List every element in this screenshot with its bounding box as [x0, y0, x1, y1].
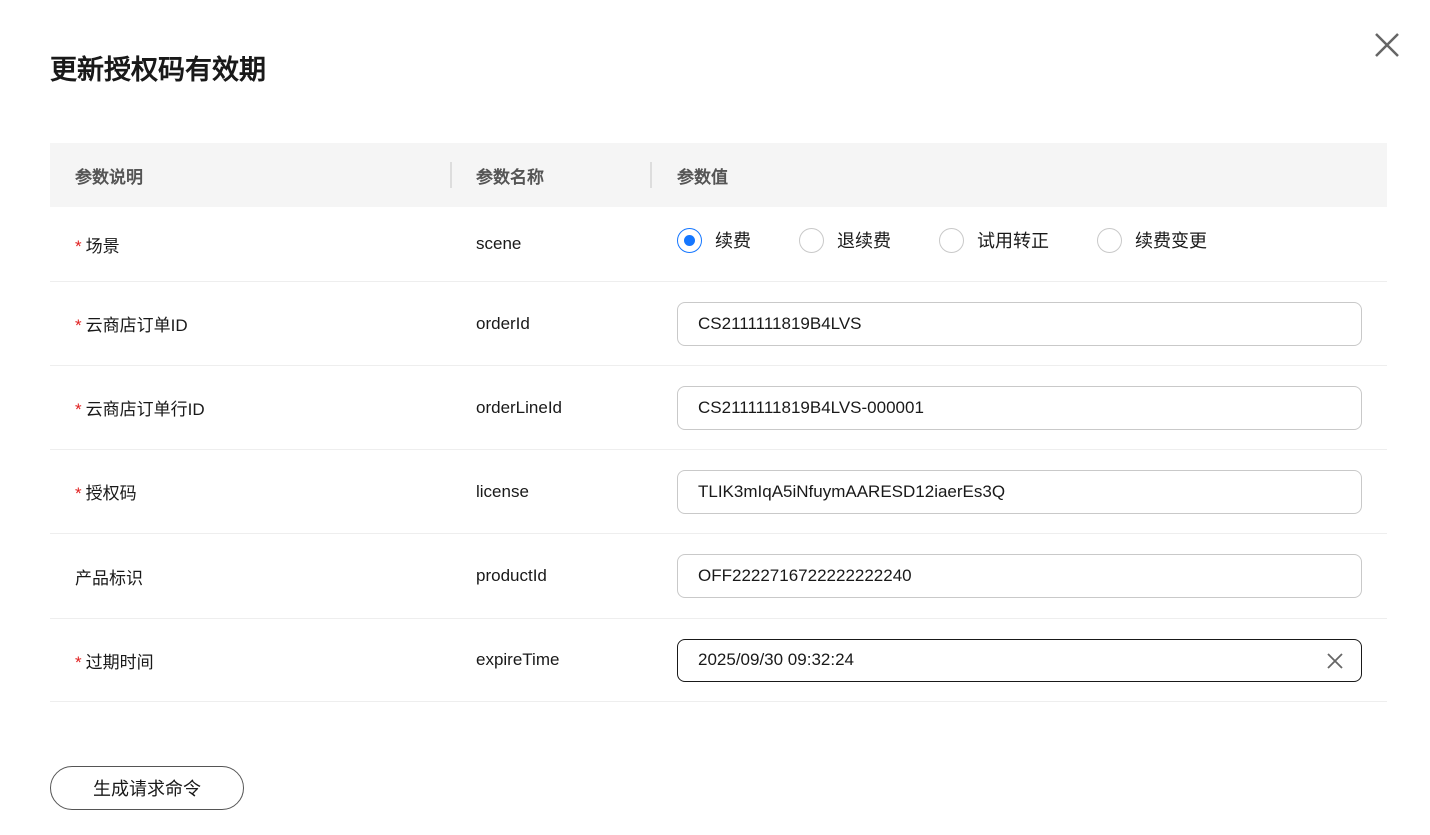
required-mark: *	[75, 484, 82, 503]
label-text: 过期时间	[85, 652, 154, 672]
order-id-input[interactable]: CS2111111819B4LVS	[677, 301, 1362, 346]
input-value: TLIK3mIqA5iNfuymAARESD12iaerEs3Q	[698, 481, 1006, 501]
order-line-id-input[interactable]: CS2111111819B4LVS-000001	[677, 385, 1362, 430]
params-table: 参数说明 参数名称 参数值 * 场景 scene 续费 退续费 试用转正 续费变更…	[50, 143, 1387, 702]
row-label: 产品标识	[75, 568, 143, 588]
table-row-expiretime: * 过期时间 expireTime 2025/09/30 09:32:24	[50, 619, 1387, 702]
radio-checked-icon	[677, 227, 702, 253]
param-name: scene	[476, 234, 522, 253]
input-value: 2025/09/30 09:32:24	[698, 650, 854, 669]
radio-trial-convert[interactable]: 试用转正	[939, 227, 1049, 253]
param-name: productId	[476, 566, 547, 585]
table-row-scene: * 场景 scene 续费 退续费 试用转正 续费变更	[50, 207, 1387, 282]
row-label: * 场景	[75, 232, 120, 257]
table-row-license: * 授权码 license TLIK3mIqA5iNfuymAARESD12iae…	[50, 450, 1387, 534]
required-mark: *	[75, 316, 82, 335]
header-description: 参数说明	[75, 167, 143, 187]
dialog-title: 更新授权码有效期	[50, 55, 266, 85]
row-label: * 过期时间	[75, 648, 154, 673]
row-label: * 云商店订单ID	[75, 311, 188, 336]
header-value: 参数值	[677, 167, 728, 187]
param-name: orderLineId	[476, 397, 563, 417]
clear-icon[interactable]	[1325, 651, 1345, 671]
label-text: 云商店订单ID	[85, 316, 188, 335]
expire-time-picker[interactable]: 2025/09/30 09:32:24	[677, 638, 1362, 682]
license-input[interactable]: TLIK3mIqA5iNfuymAARESD12iaerEs3Q	[677, 469, 1362, 514]
param-name: orderId	[476, 313, 530, 333]
radio-unchecked-icon	[1097, 227, 1122, 253]
table-row-productid: 产品标识 productId OFF2222716722222222240	[50, 534, 1387, 619]
radio-renew[interactable]: 续费	[677, 227, 751, 253]
required-mark: *	[75, 652, 82, 672]
row-label: * 授权码	[75, 479, 137, 504]
label-text: 场景	[85, 236, 120, 256]
column-divider	[650, 162, 652, 188]
table-header: 参数说明 参数名称 参数值	[50, 143, 1387, 207]
radio-unrenew[interactable]: 退续费	[799, 227, 891, 253]
row-label: * 云商店订单行ID	[75, 395, 205, 420]
label-text: 云商店订单行ID	[85, 400, 205, 419]
product-id-input[interactable]: OFF2222716722222222240	[677, 554, 1362, 598]
radio-label: 试用转正	[977, 231, 1049, 251]
radio-label: 续费变更	[1135, 231, 1207, 251]
radio-unchecked-icon	[939, 227, 964, 253]
input-value: OFF2222716722222222240	[698, 566, 912, 585]
column-divider	[450, 162, 452, 188]
scene-radio-group: 续费 退续费 试用转正 续费变更	[677, 227, 1255, 253]
label-text: 授权码	[85, 484, 137, 503]
required-mark: *	[75, 236, 82, 256]
radio-unchecked-icon	[799, 227, 824, 253]
close-icon[interactable]	[1372, 30, 1402, 60]
input-value: CS2111111819B4LVS-000001	[698, 397, 924, 417]
radio-label: 续费	[715, 231, 751, 251]
radio-renew-change[interactable]: 续费变更	[1097, 227, 1207, 253]
param-name: expireTime	[476, 650, 560, 669]
generate-command-button[interactable]: 生成请求命令	[50, 766, 244, 810]
required-mark: *	[75, 400, 82, 419]
header-name: 参数名称	[476, 167, 544, 187]
input-value: CS2111111819B4LVS	[698, 313, 862, 333]
param-name: license	[476, 481, 529, 501]
table-row-orderid: * 云商店订单ID orderId CS2111111819B4LVS	[50, 282, 1387, 366]
radio-label: 退续费	[837, 231, 891, 251]
table-row-orderlineid: * 云商店订单行ID orderLineId CS2111111819B4LVS-…	[50, 366, 1387, 450]
